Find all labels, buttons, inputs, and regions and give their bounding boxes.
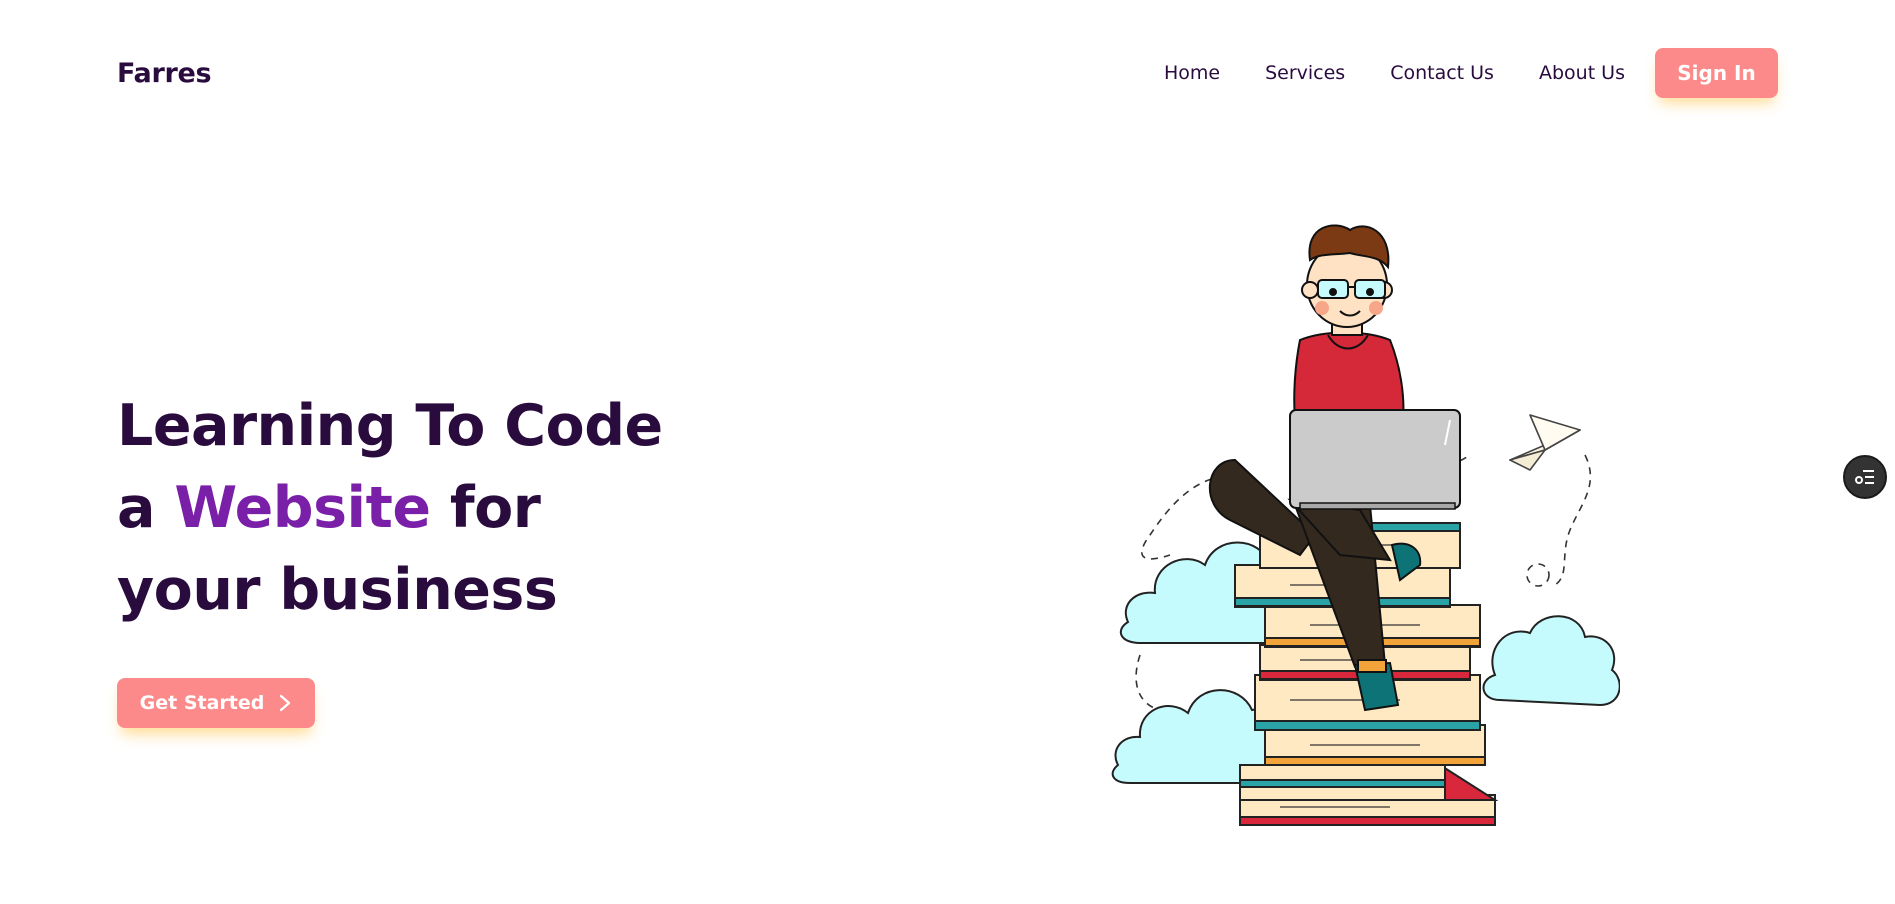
- nav-link-home[interactable]: Home: [1164, 62, 1220, 84]
- get-started-label: Get Started: [139, 692, 265, 714]
- hero-line-3: your business: [117, 557, 558, 623]
- navbar: Farres Home Services Contact Us About Us…: [117, 48, 1778, 98]
- cheek-right: [1369, 301, 1383, 315]
- list-settings-icon: [1855, 470, 1874, 484]
- hero-line-1: Learning To Code: [117, 393, 663, 459]
- hero-heading: Learning To Code a Website for your busi…: [117, 385, 837, 631]
- paper-plane-icon: [1509, 414, 1581, 471]
- nav-link-contact-us[interactable]: Contact Us: [1390, 62, 1494, 84]
- floating-settings-button[interactable]: [1843, 455, 1887, 499]
- laptop: [1289, 409, 1461, 510]
- logo[interactable]: Farres: [117, 58, 212, 89]
- nav-menu: Home Services Contact Us About Us Sign I…: [1164, 48, 1778, 98]
- nav-link-services[interactable]: Services: [1265, 62, 1345, 84]
- sign-in-button[interactable]: Sign In: [1655, 48, 1778, 98]
- developer-on-books-illustration: [1111, 224, 1620, 826]
- person-head: [1301, 224, 1393, 336]
- person-torso: [1293, 331, 1405, 421]
- hero-accent-word: Website: [174, 475, 431, 541]
- cloud-right: [1482, 615, 1620, 707]
- cheek-left: [1315, 301, 1329, 315]
- landing-page: Farres Home Services Contact Us About Us…: [0, 0, 1895, 904]
- get-started-button[interactable]: Get Started: [117, 678, 315, 728]
- hero-section: Learning To Code a Website for your busi…: [117, 385, 837, 631]
- nav-link-about-us[interactable]: About Us: [1539, 62, 1625, 84]
- hero-line-2-suffix: for: [430, 475, 541, 541]
- chevron-right-icon: [280, 694, 291, 712]
- hero-line-2-prefix: a: [117, 475, 175, 541]
